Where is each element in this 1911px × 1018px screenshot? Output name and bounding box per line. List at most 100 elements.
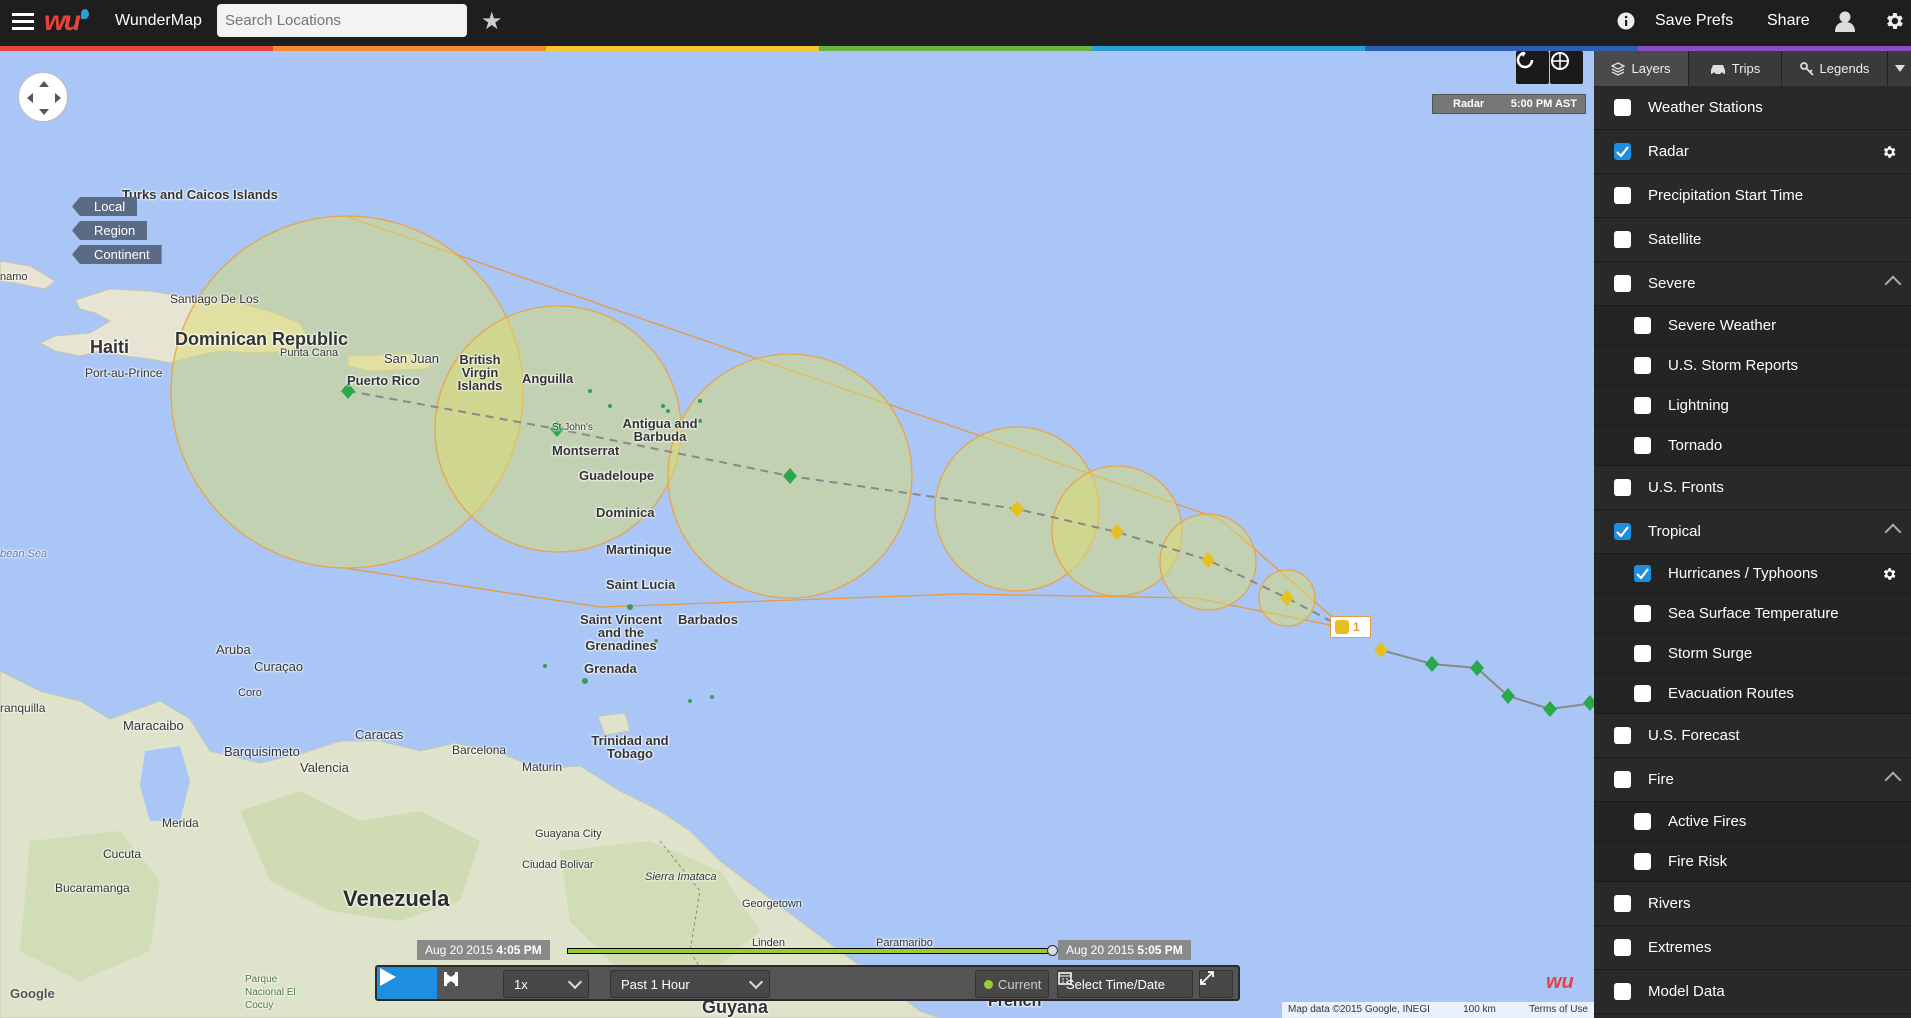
layer-row-u-s-fronts[interactable]: U.S. Fronts xyxy=(1594,466,1911,510)
layer-row-evacuation-routes[interactable]: Evacuation Routes xyxy=(1594,674,1911,714)
map-type-button[interactable] xyxy=(1550,51,1583,84)
expand-button[interactable] xyxy=(1199,970,1233,998)
layer-checkbox[interactable] xyxy=(1614,727,1631,744)
settings-gear-icon[interactable] xyxy=(1883,0,1905,42)
layer-checkbox[interactable] xyxy=(1614,99,1631,116)
star-favorite-icon[interactable]: ★ xyxy=(481,0,503,42)
hamburger-menu-icon[interactable] xyxy=(12,0,34,42)
top-bar: wu WunderMap ★ Save Prefs Share xyxy=(0,0,1911,46)
collapse-chevron-icon[interactable] xyxy=(1884,275,1902,293)
layer-checkbox[interactable] xyxy=(1634,685,1651,702)
terms-link[interactable]: Terms of Use xyxy=(1529,1002,1588,1018)
panel-collapse-button[interactable] xyxy=(1888,51,1911,86)
chevron-down-icon xyxy=(748,974,764,990)
layer-checkbox[interactable] xyxy=(1634,645,1651,662)
layer-checkbox[interactable] xyxy=(1614,275,1631,292)
layer-checkbox[interactable] xyxy=(1614,523,1631,540)
layer-checkbox[interactable] xyxy=(1634,317,1651,334)
speed-select[interactable]: 1x xyxy=(503,970,589,998)
pan-arrows-icon xyxy=(27,81,61,115)
layer-checkbox[interactable] xyxy=(1614,939,1631,956)
tab-trips[interactable]: Trips xyxy=(1689,51,1782,86)
layer-checkbox[interactable] xyxy=(1634,437,1651,454)
layer-checkbox[interactable] xyxy=(1614,231,1631,248)
layer-row-tornado[interactable]: Tornado xyxy=(1594,426,1911,466)
layer-row-rivers[interactable]: Rivers xyxy=(1594,882,1911,926)
layer-label: Severe Weather xyxy=(1668,317,1777,334)
map-label-venezuela: Venezuela xyxy=(343,886,450,911)
scale-label: 100 km xyxy=(1463,1004,1496,1015)
layer-row-satellite[interactable]: Satellite xyxy=(1594,218,1911,262)
layer-checkbox[interactable] xyxy=(1614,143,1631,160)
scale-region-button[interactable]: Region xyxy=(72,221,148,240)
layer-checkbox[interactable] xyxy=(1634,813,1651,830)
map-label-valencia: Valencia xyxy=(300,760,349,775)
globe-icon xyxy=(1551,52,1569,70)
layer-row-u-s-storm-reports[interactable]: U.S. Storm Reports xyxy=(1594,346,1911,386)
info-icon[interactable] xyxy=(1617,0,1635,42)
wu-logo[interactable]: wu xyxy=(44,0,89,42)
step-forward-icon[interactable] xyxy=(442,970,460,988)
refresh-icon xyxy=(1516,51,1534,69)
map-label-barcelona: Barcelona xyxy=(452,743,507,757)
layer-row-active-fires[interactable]: Active Fires xyxy=(1594,802,1911,842)
layer-row-precipitation-start-time[interactable]: Precipitation Start Time xyxy=(1594,174,1911,218)
timeline-track[interactable] xyxy=(567,945,1058,956)
layer-checkbox[interactable] xyxy=(1614,983,1631,1000)
layer-row-fire-risk[interactable]: Fire Risk xyxy=(1594,842,1911,882)
layer-row-severe[interactable]: Severe xyxy=(1594,262,1911,306)
refresh-map-button[interactable] xyxy=(1516,51,1549,84)
layer-checkbox[interactable] xyxy=(1634,397,1651,414)
tab-layers[interactable]: Layers xyxy=(1594,51,1689,86)
layer-row-storm-surge[interactable]: Storm Surge xyxy=(1594,634,1911,674)
collapse-chevron-icon[interactable] xyxy=(1884,523,1902,541)
layer-checkbox[interactable] xyxy=(1614,187,1631,204)
layer-row-sea-surface-temperature[interactable]: Sea Surface Temperature xyxy=(1594,594,1911,634)
collapse-chevron-icon[interactable] xyxy=(1884,771,1902,789)
layer-row-extremes[interactable]: Extremes xyxy=(1594,926,1911,970)
layer-label: Active Fires xyxy=(1668,813,1747,830)
tab-legends[interactable]: Legends xyxy=(1782,51,1888,86)
layer-label: Radar xyxy=(1648,143,1689,160)
speed-value: 1x xyxy=(514,976,528,992)
range-select[interactable]: Past 1 Hour xyxy=(610,970,770,998)
layer-row-severe-weather[interactable]: Severe Weather xyxy=(1594,306,1911,346)
current-button[interactable]: Current xyxy=(975,970,1049,998)
range-value: Past 1 Hour xyxy=(621,976,690,992)
map-canvas[interactable]: Turks and Caicos Islands Dominican Repub… xyxy=(0,51,1594,1018)
map-label-dominica: Dominica xyxy=(596,505,655,520)
layer-row-fire[interactable]: Fire xyxy=(1594,758,1911,802)
user-account-icon[interactable] xyxy=(1834,0,1856,42)
layer-checkbox[interactable] xyxy=(1614,895,1631,912)
lake-maracaibo xyxy=(140,746,190,821)
layer-label: Extremes xyxy=(1648,939,1712,956)
scale-local-button[interactable]: Local xyxy=(72,197,138,216)
layer-checkbox[interactable] xyxy=(1614,479,1631,496)
layer-row-radar[interactable]: Radar xyxy=(1594,130,1911,174)
layer-row-u-s-forecast[interactable]: U.S. Forecast xyxy=(1594,714,1911,758)
layer-settings-gear-icon[interactable] xyxy=(1881,144,1897,160)
layer-checkbox[interactable] xyxy=(1634,605,1651,622)
layer-row-hurricanes-typhoons[interactable]: Hurricanes / Typhoons xyxy=(1594,554,1911,594)
timeline-end-date: Aug 20 2015 xyxy=(1066,943,1135,957)
layer-label: Storm Surge xyxy=(1668,645,1753,662)
scale-continent-button[interactable]: Continent xyxy=(72,245,162,264)
share-button[interactable]: Share xyxy=(1767,0,1810,42)
layer-checkbox[interactable] xyxy=(1614,771,1631,788)
layer-row-model-data[interactable]: Model Data xyxy=(1594,970,1911,1014)
layer-checkbox[interactable] xyxy=(1634,853,1651,870)
pan-control[interactable] xyxy=(18,72,68,122)
layer-settings-gear-icon[interactable] xyxy=(1881,566,1897,582)
layer-checkbox[interactable] xyxy=(1634,565,1651,582)
save-prefs-button[interactable]: Save Prefs xyxy=(1655,0,1733,42)
timeline-handle[interactable] xyxy=(1047,945,1058,956)
select-time-date-button[interactable]: Select Time/Date xyxy=(1057,970,1193,998)
search-input[interactable] xyxy=(217,4,467,37)
layer-row-tropical[interactable]: Tropical xyxy=(1594,510,1911,554)
layer-row-lightning[interactable]: Lightning xyxy=(1594,386,1911,426)
layer-checkbox[interactable] xyxy=(1634,357,1651,374)
layer-row-weather-stations[interactable]: Weather Stations xyxy=(1594,86,1911,130)
play-button[interactable] xyxy=(377,967,437,999)
map-label-stjohns: St John's xyxy=(552,422,593,433)
storm-badge[interactable]: 1 xyxy=(1330,616,1371,638)
